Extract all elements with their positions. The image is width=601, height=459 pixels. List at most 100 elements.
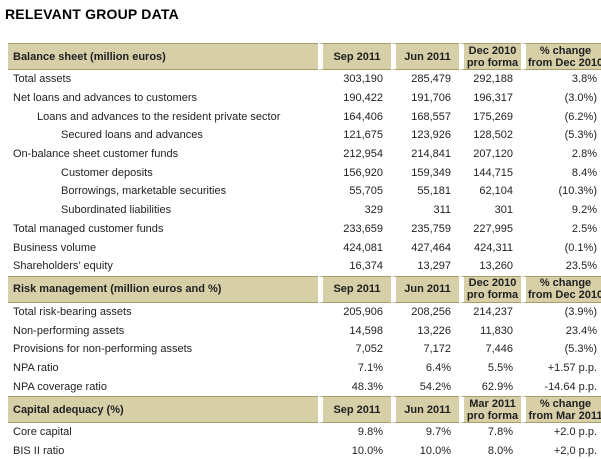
- value-jun-2011: 208,256: [391, 303, 459, 322]
- section-header-risk-management: Risk management (million euros and %): [8, 276, 318, 303]
- value-jun-2011: 214,841: [391, 145, 459, 164]
- value-sep-2011: 9.8%: [318, 423, 391, 442]
- value-pct-change: +2,0 p.p.: [521, 442, 601, 459]
- value-pct-change: +2.0 p.p.: [521, 423, 601, 442]
- value-dec-2010: 424,311: [459, 238, 521, 257]
- value-mar-2011: 7.8%: [459, 423, 521, 442]
- table-row: Total managed customer funds 233,659 235…: [8, 220, 601, 239]
- row-label: Borrowings, marketable securities: [8, 182, 318, 201]
- value-pct-change: 8.4%: [521, 163, 601, 182]
- value-mar-2011: 8.0%: [459, 442, 521, 459]
- value-dec-2010: 5.5%: [459, 359, 521, 378]
- table-row: NPA ratio 7.1% 6.4% 5.5% +1.57 p.p.: [8, 359, 601, 378]
- value-dec-2010: 175,269: [459, 107, 521, 126]
- value-jun-2011: 159,349: [391, 163, 459, 182]
- value-sep-2011: 10.0%: [318, 442, 391, 459]
- value-sep-2011: 7.1%: [318, 359, 391, 378]
- value-jun-2011: 427,464: [391, 238, 459, 257]
- group-data-table: Balance sheet (million euros) Sep 2011 J…: [8, 43, 601, 459]
- value-jun-2011: 235,759: [391, 220, 459, 239]
- value-pct-change: 3.8%: [521, 70, 601, 89]
- value-dec-2010: 196,317: [459, 89, 521, 108]
- report-page: RELEVANT GROUP DATA Balance sheet (milli…: [0, 0, 601, 459]
- value-sep-2011: 156,920: [318, 163, 391, 182]
- value-jun-2011: 191,706: [391, 89, 459, 108]
- value-pct-change: (5.3%): [521, 340, 601, 359]
- balance-sheet-header-row: Balance sheet (million euros) Sep 2011 J…: [8, 43, 601, 70]
- value-dec-2010: 62,104: [459, 182, 521, 201]
- column-header-pct-change: % change from Dec 2010: [521, 276, 601, 303]
- row-label: Non-performing assets: [8, 321, 318, 340]
- value-sep-2011: 55,705: [318, 182, 391, 201]
- row-label: Loans and advances to the resident priva…: [8, 107, 318, 126]
- value-jun-2011: 54.2%: [391, 377, 459, 396]
- row-label: NPA coverage ratio: [8, 377, 318, 396]
- value-dec-2010: 7,446: [459, 340, 521, 359]
- value-pct-change: 23.4%: [521, 321, 601, 340]
- row-label: Customer deposits: [8, 163, 318, 182]
- value-dec-2010: 292,188: [459, 70, 521, 89]
- column-header-jun-2011: Jun 2011: [391, 43, 459, 70]
- value-dec-2010: 214,237: [459, 303, 521, 322]
- capital-adequacy-header-row: Capital adequacy (%) Sep 2011 Jun 2011 M…: [8, 396, 601, 423]
- row-label: Total risk-bearing assets: [8, 303, 318, 322]
- table-row: Business volume 424,081 427,464 424,311 …: [8, 238, 601, 257]
- value-sep-2011: 233,659: [318, 220, 391, 239]
- row-label: Total managed customer funds: [8, 220, 318, 239]
- value-jun-2011: 7,172: [391, 340, 459, 359]
- value-pct-change: 23.5%: [521, 257, 601, 276]
- column-header-mar-2011-pro-forma: Mar 2011 pro forma: [459, 396, 521, 423]
- value-pct-change: (5.3%): [521, 126, 601, 145]
- value-sep-2011: 7,052: [318, 340, 391, 359]
- value-pct-change: (3.9%): [521, 303, 601, 322]
- column-header-sep-2011: Sep 2011: [318, 43, 391, 70]
- value-dec-2010: 13,260: [459, 257, 521, 276]
- page-title: RELEVANT GROUP DATA: [5, 6, 601, 22]
- column-header-dec-2010-pro-forma: Dec 2010 pro forma: [459, 43, 521, 70]
- row-label: Subordinated liabilities: [8, 201, 318, 220]
- table-row: Loans and advances to the resident priva…: [8, 107, 601, 126]
- value-sep-2011: 424,081: [318, 238, 391, 257]
- table-row: Non-performing assets 14,598 13,226 11,8…: [8, 321, 601, 340]
- value-jun-2011: 55,181: [391, 182, 459, 201]
- section-header-balance-sheet: Balance sheet (million euros): [8, 43, 318, 70]
- table-row: Core capital 9.8% 9.7% 7.8% +2.0 p.p.: [8, 423, 601, 442]
- column-header-sep-2011: Sep 2011: [318, 396, 391, 423]
- risk-management-header-row: Risk management (million euros and %) Se…: [8, 276, 601, 303]
- column-header-jun-2011: Jun 2011: [391, 396, 459, 423]
- value-sep-2011: 190,422: [318, 89, 391, 108]
- table-row: On-balance sheet customer funds 212,954 …: [8, 145, 601, 164]
- section-header-capital-adequacy: Capital adequacy (%): [8, 396, 318, 423]
- value-dec-2010: 301: [459, 201, 521, 220]
- row-label: Secured loans and advances: [8, 126, 318, 145]
- row-label: Provisions for non-performing assets: [8, 340, 318, 359]
- value-sep-2011: 14,598: [318, 321, 391, 340]
- row-label: Total assets: [8, 70, 318, 89]
- table-row: Borrowings, marketable securities 55,705…: [8, 182, 601, 201]
- table-row: Shareholders’ equity 16,374 13,297 13,26…: [8, 257, 601, 276]
- value-dec-2010: 128,502: [459, 126, 521, 145]
- value-jun-2011: 285,479: [391, 70, 459, 89]
- value-jun-2011: 168,557: [391, 107, 459, 126]
- value-dec-2010: 207,120: [459, 145, 521, 164]
- row-label: Business volume: [8, 238, 318, 257]
- value-jun-2011: 13,226: [391, 321, 459, 340]
- row-label: Shareholders’ equity: [8, 257, 318, 276]
- row-label: Net loans and advances to customers: [8, 89, 318, 108]
- value-dec-2010: 62.9%: [459, 377, 521, 396]
- table-row: Provisions for non-performing assets 7,0…: [8, 340, 601, 359]
- table-row: NPA coverage ratio 48.3% 54.2% 62.9% -14…: [8, 377, 601, 396]
- value-dec-2010: 227,995: [459, 220, 521, 239]
- row-label: BIS II ratio: [8, 442, 318, 459]
- table-row: Subordinated liabilities 329 311 301 9.2…: [8, 201, 601, 220]
- value-sep-2011: 48.3%: [318, 377, 391, 396]
- value-jun-2011: 10.0%: [391, 442, 459, 459]
- value-dec-2010: 144,715: [459, 163, 521, 182]
- column-header-jun-2011: Jun 2011: [391, 276, 459, 303]
- value-pct-change: (0.1%): [521, 238, 601, 257]
- value-sep-2011: 212,954: [318, 145, 391, 164]
- value-dec-2010: 11,830: [459, 321, 521, 340]
- value-pct-change: (3.0%): [521, 89, 601, 108]
- row-label: On-balance sheet customer funds: [8, 145, 318, 164]
- value-sep-2011: 16,374: [318, 257, 391, 276]
